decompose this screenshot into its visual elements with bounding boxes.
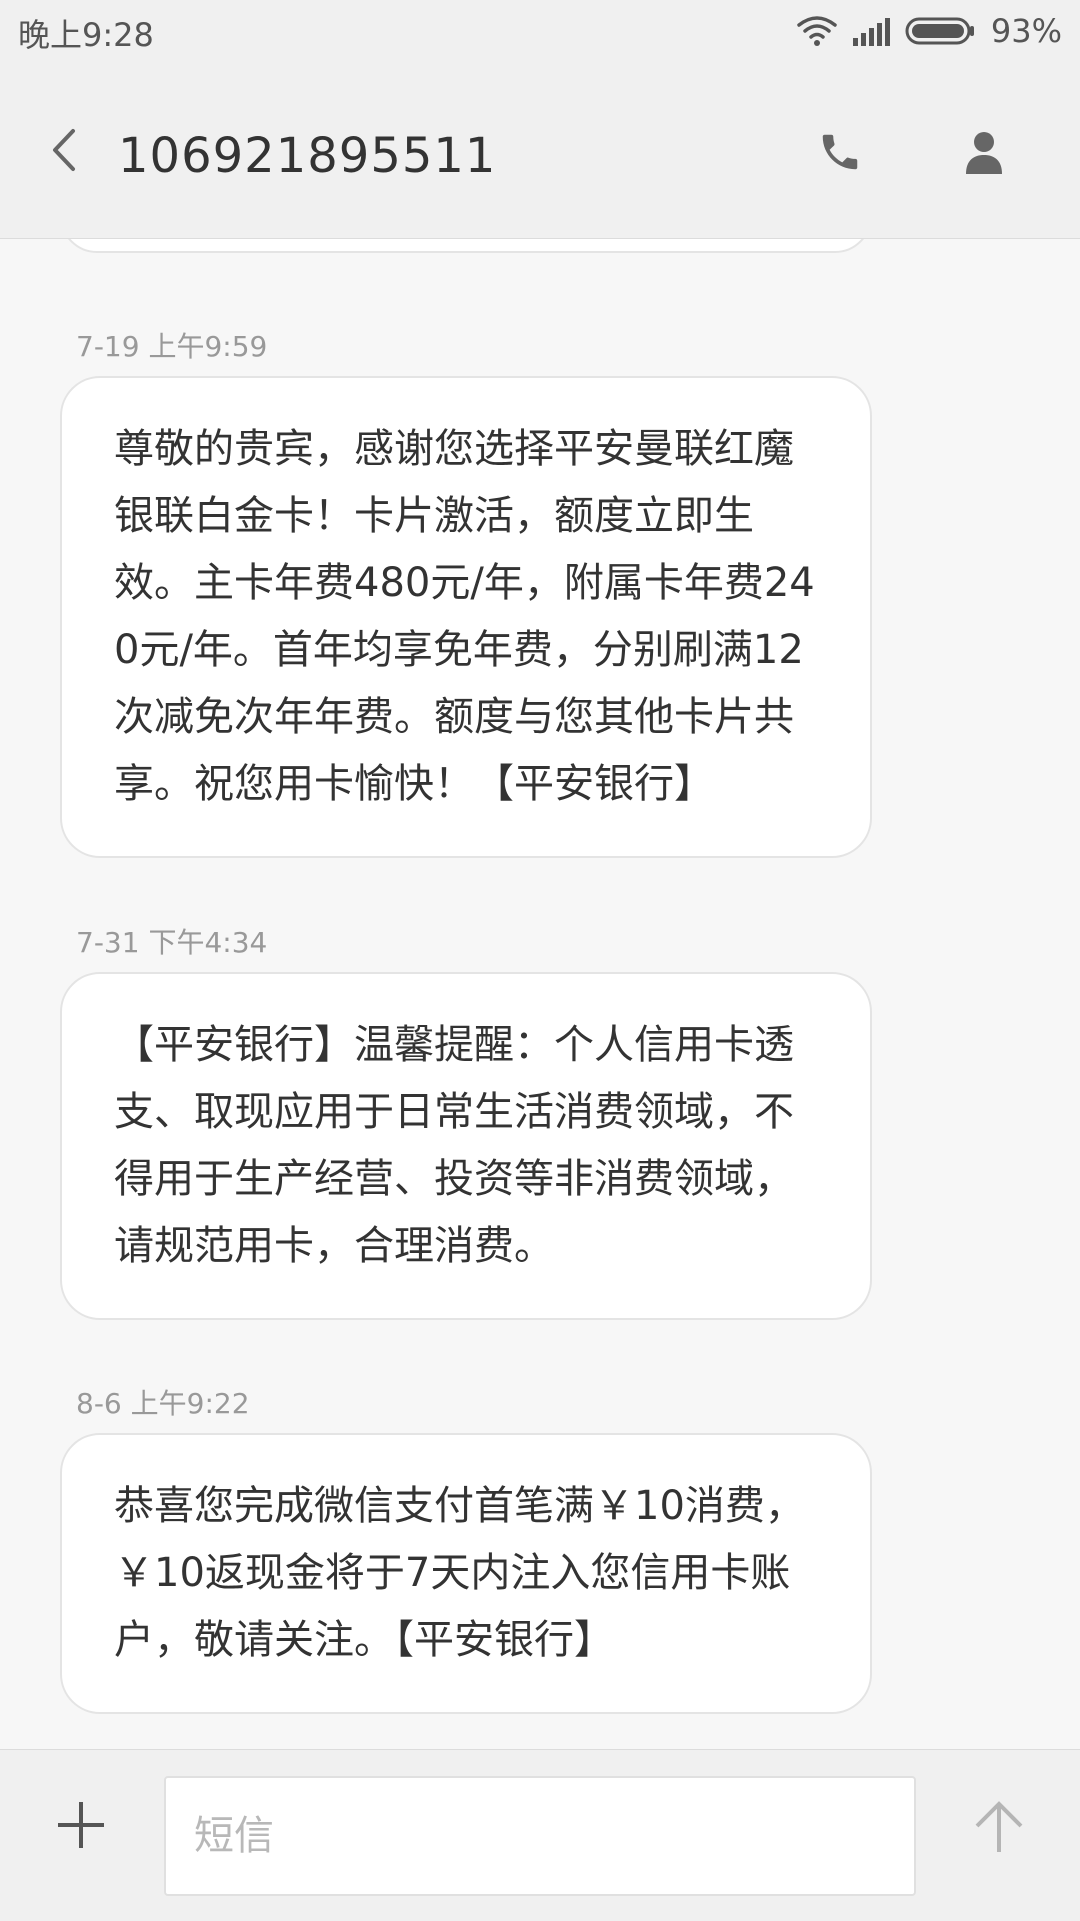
message-timestamp: 8-6 上午9:22 (76, 1387, 250, 1420)
message-timestamp: 7-31 下午4:34 (76, 926, 268, 959)
send-arrow-icon (973, 1800, 1025, 1858)
battery-icon (905, 16, 977, 46)
message-bubble[interactable]: 【平安银行】温馨提醒：个人信用卡透支、取现应用于日常生活消费领域，不得用于生产经… (60, 972, 872, 1320)
add-attachment-button[interactable] (48, 1794, 114, 1860)
message-bubble[interactable]: 尊敬的贵宾，感谢您选择平安曼联红魔银联白金卡！卡片激活，额度立即生效。主卡年费4… (60, 376, 872, 858)
sms-input[interactable] (164, 1776, 916, 1896)
conversation-header: 106921895511 (0, 62, 1080, 239)
status-time: 晚上9:28 (18, 16, 154, 54)
contact-number: 106921895511 (118, 128, 497, 184)
message-timestamp: 7-19 上午9:59 (76, 330, 268, 363)
plus-icon (56, 1800, 106, 1854)
back-icon (49, 127, 79, 177)
composer-bar (0, 1749, 1080, 1921)
status-icons: 93% (797, 10, 1062, 52)
phone-icon (817, 129, 863, 179)
wifi-icon (797, 15, 837, 47)
previous-message-bubble (60, 239, 872, 253)
contact-button[interactable] (952, 122, 1016, 186)
contact-icon (964, 130, 1004, 178)
message-bubble[interactable]: 恭喜您完成微信支付首笔满￥10消费，￥10返现金将于7天内注入您信用卡账户，敬请… (60, 1433, 872, 1714)
send-button[interactable] (964, 1794, 1034, 1864)
message-list[interactable]: 7-19 上午9:59 尊敬的贵宾，感谢您选择平安曼联红魔银联白金卡！卡片激活，… (0, 239, 1080, 1749)
signal-icon (851, 16, 891, 46)
battery-percent: 93% (990, 12, 1062, 50)
status-bar: 晚上9:28 93% (0, 0, 1080, 62)
back-button[interactable] (34, 122, 94, 182)
call-button[interactable] (808, 122, 872, 186)
